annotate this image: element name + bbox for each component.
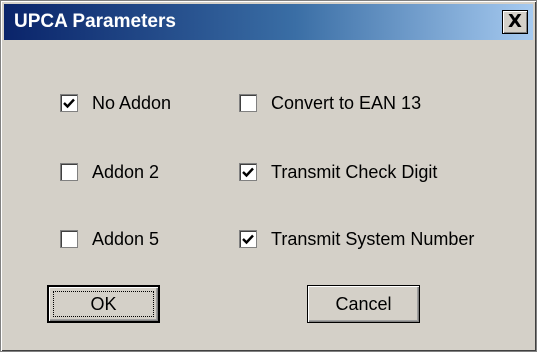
close-icon: X [508, 11, 522, 32]
transmit-system-number-checkbox[interactable]: Transmit System Number [239, 227, 474, 251]
checkbox-box[interactable] [239, 230, 257, 248]
convert-to-ean13-checkbox[interactable]: Convert to EAN 13 [239, 91, 421, 115]
close-button[interactable]: X [502, 10, 528, 34]
dialog-title: UPCA Parameters [14, 11, 176, 32]
checkbox-box[interactable] [60, 94, 78, 112]
checkmark-icon [242, 167, 254, 178]
transmit-check-digit-checkbox[interactable]: Transmit Check Digit [239, 160, 437, 184]
addon-5-checkbox[interactable]: Addon 5 [60, 227, 159, 251]
upca-parameters-dialog: UPCA Parameters X No Addon Addon 2 Addon… [0, 0, 537, 352]
checkmark-icon [242, 234, 254, 245]
addon-2-checkbox[interactable]: Addon 2 [60, 160, 159, 184]
convert-to-ean13-label: Convert to EAN 13 [271, 92, 422, 113]
checkbox-box[interactable] [239, 94, 257, 112]
checkmark-icon [63, 98, 75, 109]
checkbox-box[interactable] [60, 163, 78, 181]
no-addon-checkbox[interactable]: No Addon [60, 91, 171, 115]
ok-button[interactable]: OK [47, 285, 160, 323]
addon-2-label: Addon 2 [92, 161, 160, 182]
title-bar[interactable]: UPCA Parameters X [4, 4, 533, 40]
checkbox-box[interactable] [239, 163, 257, 181]
no-addon-label: No Addon [92, 92, 172, 113]
cancel-button[interactable]: Cancel [307, 285, 420, 323]
addon-5-label: Addon 5 [92, 228, 160, 249]
checkbox-box[interactable] [60, 230, 78, 248]
transmit-system-number-label: Transmit System Number [271, 228, 475, 249]
transmit-check-digit-label: Transmit Check Digit [271, 161, 438, 182]
